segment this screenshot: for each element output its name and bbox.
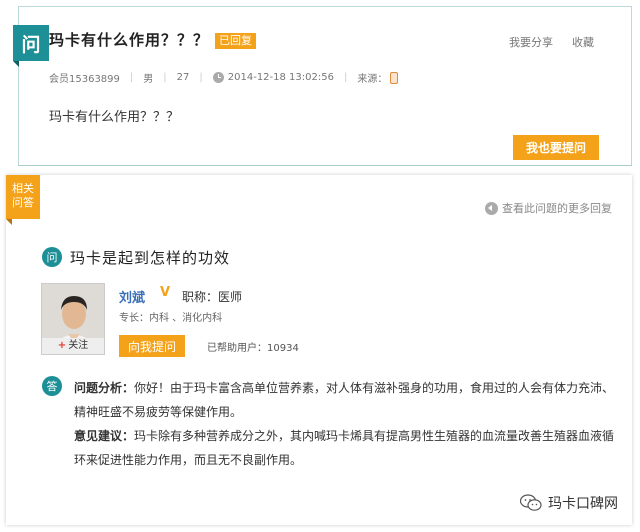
- ask-too-button[interactable]: 我也要提问: [513, 135, 599, 160]
- related-panel: 相关问答 查看此问题的更多回复 问 玛卡是起到怎样的功效 + 关注 刘斌 V 职称…: [6, 175, 632, 525]
- related-question-badge: 问: [42, 247, 62, 267]
- gender: 男: [143, 74, 154, 85]
- helped-count: 已帮助用户：10934: [207, 343, 299, 354]
- age: 27: [176, 72, 190, 83]
- question-badge: 问: [13, 25, 49, 67]
- analysis-label: 问题分析：: [74, 381, 135, 395]
- analysis-text: 你好！由于玛卡富含高单位营养素，对人体有滋补强身的功用，食用过的人会有体力充沛、…: [74, 381, 615, 419]
- doctor-title: 职称：医师: [182, 290, 243, 304]
- follow-label: 关注: [68, 340, 89, 351]
- member-id: 会员15363899: [49, 74, 120, 85]
- more-replies-link[interactable]: 查看此问题的更多回复: [485, 200, 612, 216]
- arrow-left-icon: [485, 201, 498, 215]
- question-body: 玛卡有什么作用？？？: [49, 110, 180, 125]
- favorite-link[interactable]: 收藏: [572, 34, 594, 50]
- phone-icon: [390, 71, 399, 84]
- status-badge: 已回复: [215, 33, 256, 49]
- answer-content: 问题分析：你好！由于玛卡富含高单位营养素，对人体有滋补强身的功用，食用过的人会有…: [74, 376, 620, 472]
- analysis-paragraph: 问题分析：你好！由于玛卡富含高单位营养素，对人体有滋补强身的功用，食用过的人会有…: [74, 376, 620, 424]
- clock-icon: [212, 72, 224, 83]
- more-replies-label: 查看此问题的更多回复: [502, 202, 612, 215]
- share-link[interactable]: 我要分享: [509, 34, 553, 50]
- source-label: 来源：: [357, 74, 388, 85]
- wechat-icon: [520, 494, 542, 511]
- watermark-text: 玛卡口碑网: [548, 496, 618, 512]
- advice-text: 玛卡除有多种营养成分之外，其内喊玛卡烯具有提高男性生殖器的血流量改善生殖器血液循…: [74, 429, 615, 467]
- doctor-name[interactable]: 刘斌: [119, 287, 145, 306]
- doctor-specialty: 专长：内科 、消化内科: [119, 313, 223, 324]
- related-tag-label: 相关问答: [12, 182, 34, 209]
- verified-icon: V: [160, 285, 171, 300]
- question-meta: 会员15363899 | 男 | 27 | 2014-12-18 13:02:5…: [49, 70, 399, 85]
- advice-label: 意见建议：: [74, 429, 135, 443]
- watermark: 玛卡口碑网: [520, 493, 618, 513]
- plus-icon: +: [57, 340, 67, 351]
- related-question-title[interactable]: 玛卡是起到怎样的功效: [70, 247, 230, 268]
- advice-paragraph: 意见建议：玛卡除有多种营养成分之外，其内喊玛卡烯具有提高男性生殖器的血流量改善生…: [74, 424, 620, 472]
- question-card: 问 玛卡有什么作用？？？ 已回复 我要分享 收藏 会员15363899 | 男 …: [13, 6, 632, 166]
- question-title: 玛卡有什么作用？？？: [49, 31, 210, 49]
- answer-badge: 答: [42, 376, 62, 396]
- avatar[interactable]: + 关注: [41, 283, 105, 355]
- post-datetime: 2014-12-18 13:02:56: [227, 72, 334, 83]
- follow-button[interactable]: + 关注: [42, 338, 104, 354]
- related-tag: 相关问答: [6, 175, 40, 225]
- ask-doctor-button[interactable]: 向我提问: [119, 335, 185, 357]
